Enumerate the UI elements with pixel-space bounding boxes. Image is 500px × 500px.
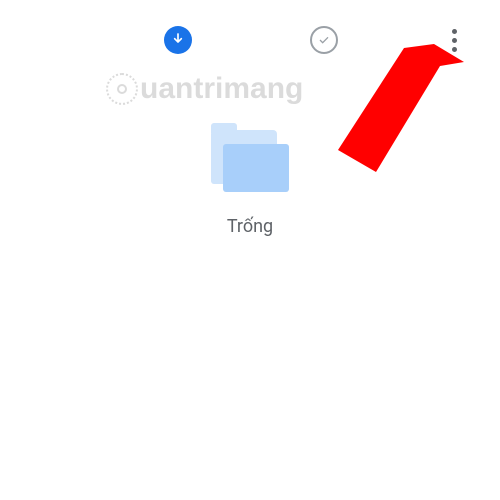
download-button[interactable] xyxy=(164,26,192,54)
check-icon xyxy=(316,32,332,48)
select-button[interactable] xyxy=(310,26,338,54)
folder-label: Trống xyxy=(227,216,273,237)
watermark-logo-icon xyxy=(106,73,138,105)
watermark-text: uantrimang xyxy=(140,72,303,106)
top-toolbar xyxy=(0,14,500,54)
folder-item[interactable]: Trống xyxy=(150,130,350,237)
more-vertical-icon xyxy=(452,38,457,43)
watermark: uantrimang xyxy=(106,72,303,106)
more-options-button[interactable] xyxy=(436,22,472,58)
download-icon xyxy=(170,32,186,48)
folder-icon xyxy=(211,130,289,192)
